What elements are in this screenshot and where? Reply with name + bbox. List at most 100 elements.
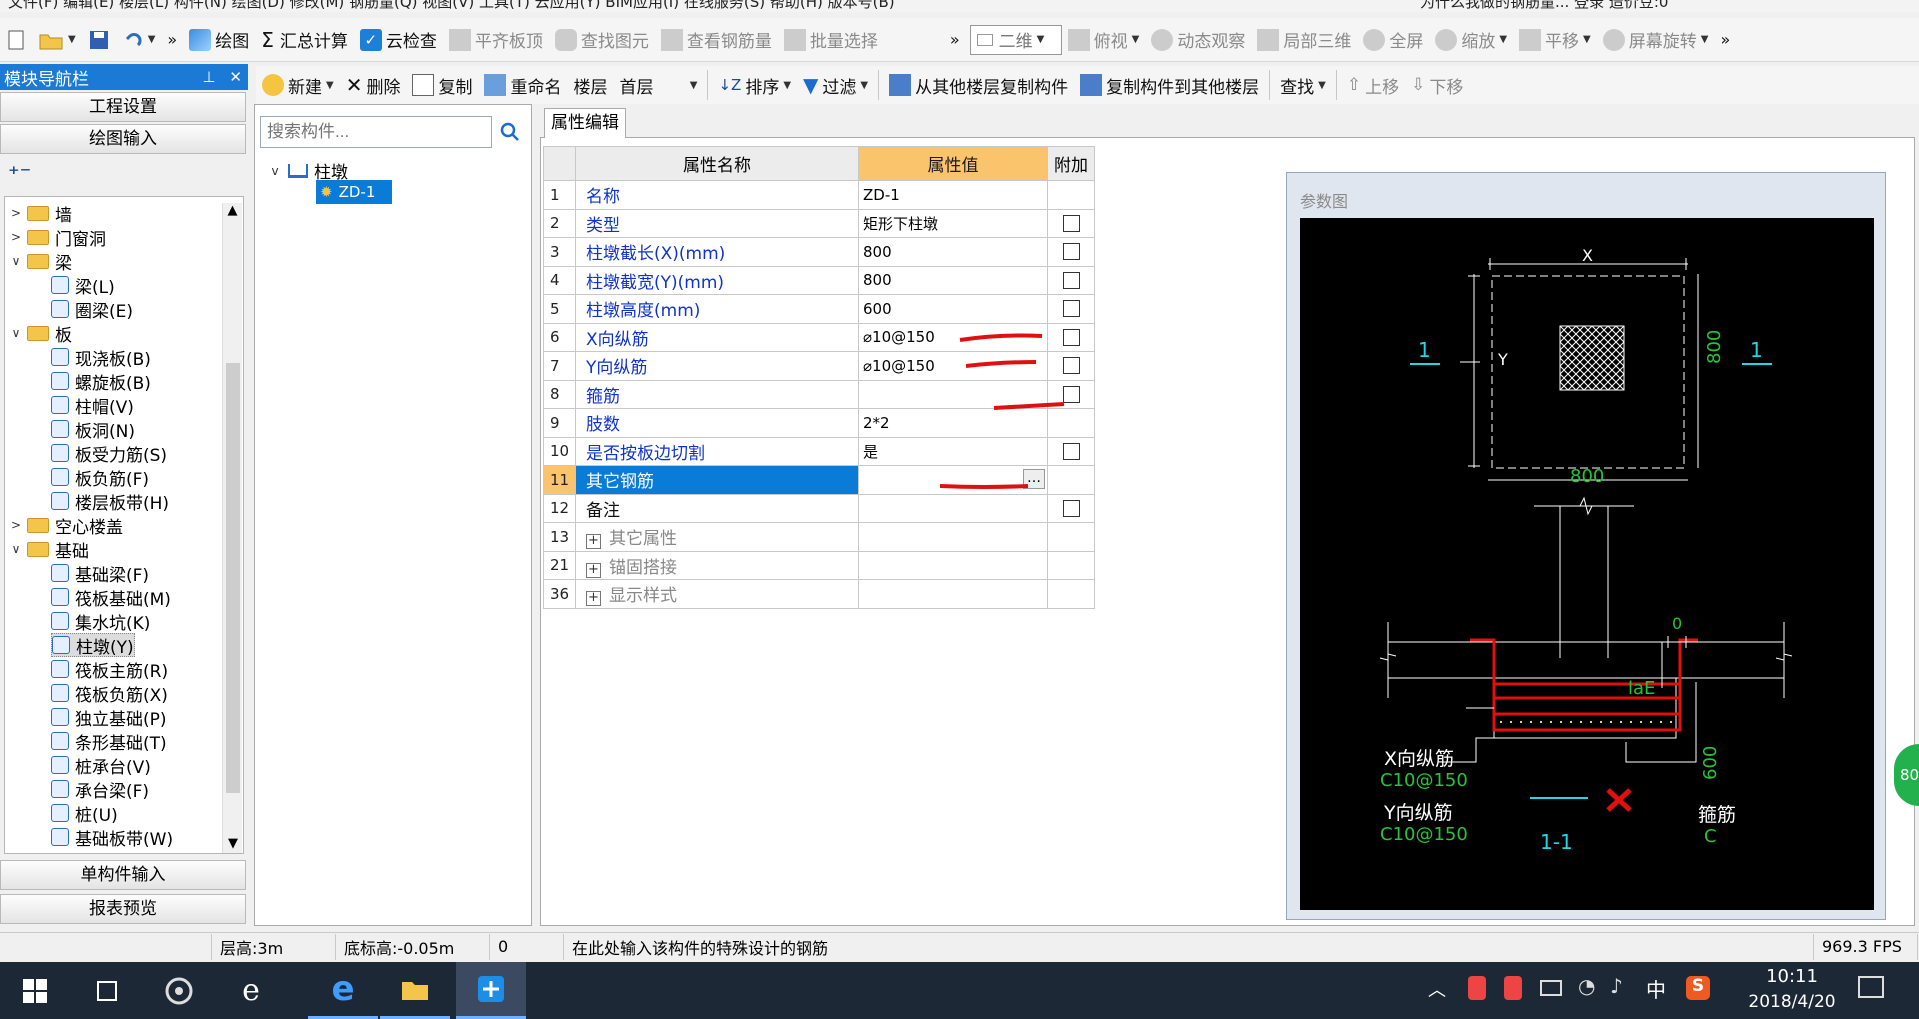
tree-leaf[interactable]: 基础板带(W) (51, 825, 173, 850)
tree-leaf[interactable]: 桩承台(V) (51, 753, 151, 778)
property-row[interactable]: 4 柱墩截宽(Y)(mm) 800 (543, 265, 1095, 295)
property-name[interactable]: + 显示样式 (575, 579, 859, 609)
toolbar-overflow3-icon[interactable]: » (1714, 22, 1736, 58)
add-cell[interactable] (1047, 265, 1095, 295)
property-value[interactable] (858, 550, 1048, 580)
tab-property-edit[interactable]: 属性编辑 (544, 108, 626, 138)
comp-tree-child[interactable]: ✹ ZD-1 (316, 180, 392, 204)
battery-icon[interactable] (1540, 980, 1562, 996)
draw-button[interactable]: 绘图 (183, 22, 255, 58)
property-name[interactable]: 类型 (575, 208, 859, 238)
tree-leaf[interactable]: 圈梁(E) (51, 297, 133, 322)
property-name[interactable]: X向纵筋 (575, 322, 859, 352)
sogou-icon[interactable]: S (1686, 976, 1710, 1000)
notification-icon[interactable] (1858, 976, 1884, 998)
toolbar-overflow2-icon[interactable]: » (944, 22, 966, 58)
fan-app-icon[interactable] (144, 962, 214, 1019)
tree-leaf[interactable]: 独立基础(P) (51, 705, 167, 730)
tree-leaf[interactable]: 梁(L) (51, 273, 115, 298)
fullscreen-button[interactable]: 全屏 (1357, 22, 1429, 58)
add-cell[interactable] (1047, 294, 1095, 324)
toolbar-overflow-icon[interactable]: » (161, 22, 183, 58)
property-row[interactable]: 3 柱墩截长(X)(mm) 800 (543, 237, 1095, 267)
zoom-button[interactable]: 缩放 ▼ (1429, 22, 1513, 58)
add-checkbox[interactable] (1062, 214, 1080, 232)
pin-icon[interactable]: ⊥ (202, 68, 215, 86)
collapse-icon[interactable]: v (268, 164, 282, 178)
close-icon[interactable]: ✕ (229, 68, 242, 86)
add-cell[interactable] (1047, 237, 1095, 267)
expand-icon[interactable]: > (9, 206, 23, 220)
scroll-thumb[interactable] (226, 363, 240, 793)
expand-all-icon[interactable]: ⁺⁻ (8, 162, 31, 187)
pan-button[interactable]: 平移 ▼ (1513, 22, 1597, 58)
add-checkbox[interactable] (1062, 243, 1080, 261)
tree-leaf[interactable]: 现浇板(B) (51, 345, 151, 370)
property-value[interactable]: 800 (858, 265, 1048, 295)
search-icon[interactable] (494, 116, 526, 148)
top-view-button[interactable]: 俯视 ▼ (1062, 22, 1146, 58)
tray-chevron-icon[interactable]: ︿ (1428, 976, 1446, 1002)
batch-select-button[interactable]: 批量选择 (778, 22, 884, 58)
property-value[interactable] (858, 522, 1048, 552)
view-mode-select[interactable]: 二维 ▼ (969, 24, 1062, 55)
add-checkbox[interactable] (1062, 499, 1080, 517)
tree-scrollbar[interactable]: ▲ ▼ (222, 203, 242, 853)
new-component-button[interactable]: 新建 ▼ (256, 67, 340, 103)
property-name[interactable]: 名称 (575, 180, 859, 210)
ie-icon[interactable]: e (216, 962, 286, 1019)
property-name[interactable]: 其它钢筋 (575, 465, 859, 495)
property-value[interactable]: 800 (858, 237, 1048, 267)
property-row[interactable]: 21 + 锚固搭接 (543, 550, 1095, 580)
tree-folder[interactable]: > 门窗洞 (9, 225, 106, 250)
property-row[interactable]: 2 类型 矩形下柱墩 (543, 208, 1095, 238)
save-button[interactable] (82, 22, 116, 58)
property-value[interactable]: ZD-1 (858, 180, 1048, 210)
tree-leaf[interactable]: 筏板基础(M) (51, 585, 171, 610)
menu-right[interactable]: 为什么我做的钢筋量... 登录 造价豆:0 (1420, 0, 1668, 12)
find-button[interactable]: 查找 ▼ (1274, 67, 1332, 103)
flat-top-button[interactable]: 平齐板顶 (443, 22, 549, 58)
single-component-button[interactable]: 单构件输入 (0, 860, 246, 890)
expand-plus-icon[interactable]: + (586, 562, 601, 578)
copy-from-floor-button[interactable]: 从其他楼层复制构件 (883, 67, 1074, 103)
delete-button[interactable]: ✕ 删除 (340, 67, 407, 103)
property-row[interactable]: 1 名称 ZD-1 (543, 180, 1095, 210)
tree-leaf[interactable]: 柱墩(Y) (51, 633, 135, 658)
filter-button[interactable]: ▼ 过滤 ▼ (797, 67, 874, 103)
tree-folder[interactable]: > 空心楼盖 (9, 513, 123, 538)
scroll-up-icon[interactable]: ▲ (223, 203, 242, 218)
wifi-icon[interactable]: ◔ (1578, 974, 1595, 998)
property-name[interactable]: + 锚固搭接 (575, 550, 859, 580)
tree-folder[interactable]: ∨ 板 (9, 321, 72, 346)
property-name[interactable]: 箍筋 (575, 379, 859, 409)
rotate-screen-button[interactable]: 屏幕旋转 ▼ (1597, 22, 1715, 58)
property-name[interactable]: 备注 (575, 493, 859, 523)
property-name[interactable]: 肢数 (575, 408, 859, 438)
collapse-icon[interactable]: ∨ (9, 254, 23, 268)
volume-icon[interactable]: ♪ (1610, 974, 1623, 998)
tree-leaf[interactable]: 板受力筋(S) (51, 441, 167, 466)
dynamic-view-button[interactable]: 动态观察 (1145, 22, 1251, 58)
tree-folder[interactable]: ∨ 梁 (9, 249, 72, 274)
tree-leaf[interactable]: 柱帽(V) (51, 393, 134, 418)
expand-icon[interactable]: > (9, 230, 23, 244)
property-name[interactable]: Y向纵筋 (575, 351, 859, 381)
rename-button[interactable]: 重命名 (478, 67, 567, 103)
tree-leaf[interactable]: 筏板主筋(R) (51, 657, 168, 682)
property-name[interactable]: 柱墩高度(mm) (575, 294, 859, 324)
property-row[interactable]: 5 柱墩高度(mm) 600 (543, 294, 1095, 324)
move-up-button[interactable]: ⇧ 上移 (1341, 67, 1405, 103)
add-cell[interactable] (1047, 208, 1095, 238)
find-element-button[interactable]: 查找图元 (549, 22, 655, 58)
tree-folder[interactable]: ∨ 基础 (9, 537, 89, 562)
property-value[interactable] (858, 579, 1048, 609)
move-down-button[interactable]: ⇩ 下移 (1405, 67, 1469, 103)
menu-text[interactable]: 文件(F) 编辑(E) 楼层(L) 构件(N) 绘图(D) 修改(M) 钢筋量(… (8, 0, 895, 12)
draw-input-button[interactable]: 绘图输入 (0, 124, 246, 154)
scroll-down-icon[interactable]: ▼ (223, 836, 243, 851)
property-value[interactable]: 600 (858, 294, 1048, 324)
property-row[interactable]: 13 + 其它属性 (543, 522, 1095, 552)
add-checkbox[interactable] (1062, 300, 1080, 318)
clock-date[interactable]: 2018/4/20 (1734, 992, 1850, 1012)
